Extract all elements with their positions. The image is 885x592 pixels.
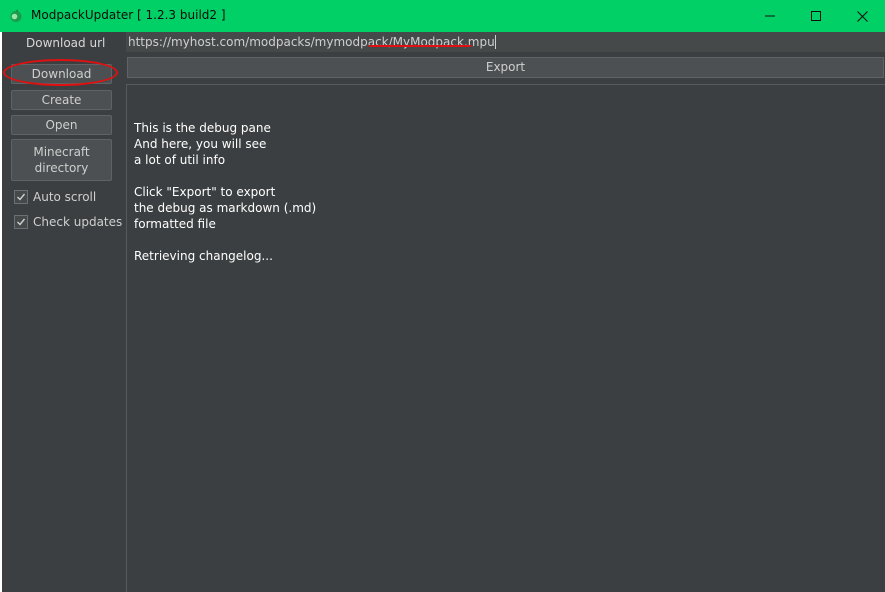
close-button[interactable] (839, 0, 885, 32)
auto-scroll-checkbox[interactable] (14, 190, 28, 204)
minecraft-directory-button[interactable]: Minecraft directory (11, 139, 112, 181)
open-button[interactable]: Open (11, 115, 112, 135)
window-title: ModpackUpdater [ 1.2.3 build2 ] (31, 8, 226, 22)
close-icon (856, 10, 868, 22)
export-button[interactable]: Export (127, 57, 884, 78)
minimize-icon (765, 15, 775, 17)
minimize-button[interactable] (747, 0, 793, 32)
maximize-button[interactable] (793, 0, 839, 32)
debug-line: Click "Export" to export (134, 185, 276, 199)
main-window: Download url Download Create Open Minecr… (2, 32, 885, 592)
check-updates-option[interactable]: Check updates (14, 214, 122, 230)
auto-scroll-option[interactable]: Auto scroll (14, 189, 96, 205)
title-bar[interactable]: ModpackUpdater [ 1.2.3 build2 ] (0, 0, 885, 32)
download-button[interactable]: Download (11, 64, 112, 84)
debug-line: Retrieving changelog... (134, 249, 273, 263)
debug-line: And here, you will see (134, 137, 267, 151)
checkmark-icon (17, 193, 26, 201)
debug-line: the debug as markdown (.md) (134, 201, 317, 215)
debug-line: formatted file (134, 217, 216, 231)
download-url-input[interactable]: https://myhost.com/modpacks/mymodpack/My… (126, 32, 885, 52)
check-updates-label: Check updates (33, 215, 123, 229)
debug-line: a lot of util info (134, 153, 226, 167)
minecraft-directory-line1: Minecraft (33, 145, 90, 159)
checkmark-icon (17, 218, 26, 226)
filename-underline-annotation (369, 45, 471, 47)
url-prefix: https://myhost.com/modpacks/mymodpack/ (128, 35, 393, 49)
minecraft-directory-line2: directory (34, 161, 89, 175)
sidebar: Download url Download Create Open Minecr… (2, 32, 126, 592)
debug-line: This is the debug pane (134, 121, 271, 135)
maximize-icon (811, 11, 821, 21)
check-updates-checkbox[interactable] (14, 215, 28, 229)
download-url-label: Download url (26, 36, 106, 50)
create-button[interactable]: Create (11, 90, 112, 110)
auto-scroll-label: Auto scroll (33, 190, 97, 204)
app-logo-icon (9, 9, 23, 23)
debug-pane[interactable]: This is the debug pane And here, you wil… (127, 84, 885, 592)
